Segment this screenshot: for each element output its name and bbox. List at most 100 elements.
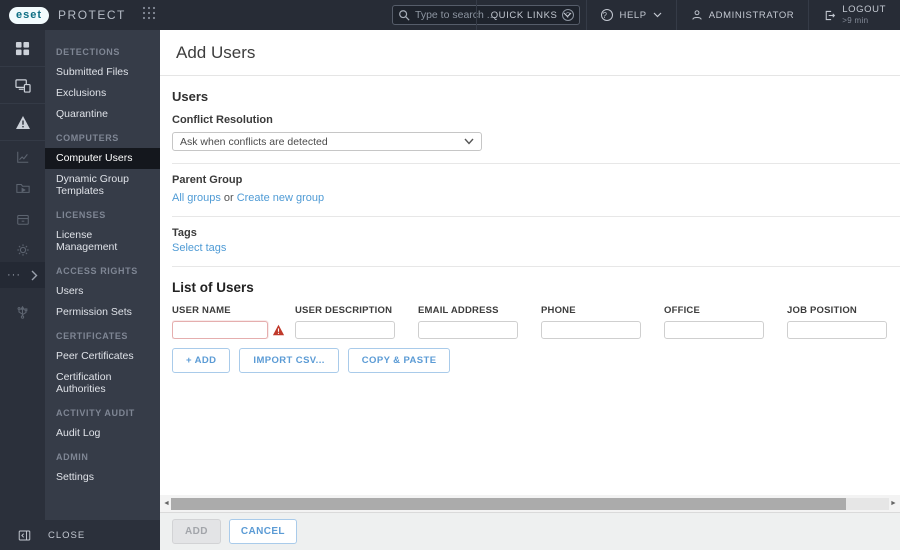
gear-icon xyxy=(16,243,29,256)
all-groups-link[interactable]: All groups xyxy=(172,192,221,204)
nav-computers[interactable] xyxy=(0,67,45,104)
footer-bar: ADD CANCEL xyxy=(160,512,900,550)
brand: eset PROTECT xyxy=(9,6,156,25)
user-name-input[interactable] xyxy=(172,321,268,339)
nav-integrations[interactable] xyxy=(0,296,45,327)
close-label: CLOSE xyxy=(48,529,86,541)
sidebar-item-certification-authorities[interactable]: Certification Authorities xyxy=(45,367,160,400)
sidebar-item-peer-certificates[interactable]: Peer Certificates xyxy=(45,346,160,367)
user-table-column-user-description: USER DESCRIPTION xyxy=(295,305,418,339)
nav-tasks[interactable] xyxy=(0,172,45,203)
sidebar-item-license-management[interactable]: License Management xyxy=(45,225,160,258)
user-table-column-job-position: JOB POSITION xyxy=(787,305,900,339)
sidebar-icon-rail: ··· xyxy=(0,30,45,550)
cell-wrap xyxy=(295,321,418,339)
chevron-down-icon xyxy=(564,12,572,18)
phone-input[interactable] xyxy=(541,321,641,339)
scroll-left-arrow[interactable]: ◄ xyxy=(162,498,171,510)
menu-section-header-access-rights: ACCESS RIGHTS xyxy=(56,266,138,276)
chevron-down-icon xyxy=(653,12,662,18)
nav-detections[interactable] xyxy=(0,104,45,141)
logout-timer: >9 min xyxy=(842,16,869,25)
sidebar-menu: DETECTIONS Submitted Files Exclusions Quara… xyxy=(45,30,160,550)
email-address-input[interactable] xyxy=(418,321,518,339)
divider xyxy=(172,216,900,217)
import-csv-button[interactable]: IMPORT CSV... xyxy=(239,348,339,373)
user-table-column-office: OFFICE xyxy=(664,305,787,339)
dashboard-icon xyxy=(15,41,30,55)
column-header-user-description: USER DESCRIPTION xyxy=(295,305,393,316)
nav-reports[interactable] xyxy=(0,141,45,172)
chevron-right-icon xyxy=(31,270,38,280)
user-table-column-email-address: EMAIL ADDRESS xyxy=(418,305,541,339)
cell-wrap xyxy=(172,321,295,339)
office-input[interactable] xyxy=(664,321,764,339)
sidebar-item-users[interactable]: Users xyxy=(45,281,160,302)
users-table: USER NAME USER DESCRIPTION EMAIL ADDRESS PH… xyxy=(172,305,900,339)
menu-section-header-detections: DETECTIONS xyxy=(56,47,121,57)
divider xyxy=(172,163,900,164)
sidebar-item-permission-sets[interactable]: Permission Sets xyxy=(45,302,160,323)
quick-links-menu[interactable]: QUICK LINKS xyxy=(475,0,587,30)
menu-section-header-admin: ADMIN xyxy=(56,452,89,462)
scrollbar-track[interactable] xyxy=(171,497,889,510)
column-header-email-address: EMAIL ADDRESS xyxy=(418,305,499,316)
nav-policies[interactable] xyxy=(0,234,45,265)
column-header-phone: PHONE xyxy=(541,305,576,316)
main-panel: Add Users Users Conflict Resolution Ask … xyxy=(160,30,900,550)
tags-label: Tags xyxy=(172,227,197,239)
parent-group-label: Parent Group xyxy=(172,174,243,186)
app-grid-icon[interactable] xyxy=(142,6,156,25)
user-table-column-user-name: USER NAME xyxy=(172,305,295,339)
sidebar-item-computer-users[interactable]: Computer Users xyxy=(45,148,160,169)
logout-button[interactable]: LOGOUT >9 min xyxy=(808,0,900,30)
scrollbar-thumb[interactable] xyxy=(171,497,846,510)
cell-wrap xyxy=(664,321,787,339)
sidebar-more-row[interactable]: ··· xyxy=(0,262,45,288)
menu-section-header-computers: COMPUTERS xyxy=(56,133,119,143)
list-of-users-heading: List of Users xyxy=(172,280,254,295)
cell-wrap xyxy=(541,321,664,339)
help-icon: ? xyxy=(601,9,614,21)
cell-wrap xyxy=(787,321,900,339)
cancel-button[interactable]: CANCEL xyxy=(228,519,297,544)
logout-icon xyxy=(823,9,836,22)
conflict-resolution-value: Ask when conflicts are detected xyxy=(180,135,328,148)
warning-triangle-icon xyxy=(15,115,30,129)
copy-paste-button[interactable]: COPY & PASTE xyxy=(347,348,451,373)
sidebar-close-button[interactable]: CLOSE xyxy=(0,520,160,550)
sidebar-item-dynamic-group-templates[interactable]: Dynamic Group Templates xyxy=(45,169,160,202)
create-new-group-link[interactable]: Create new group xyxy=(237,192,324,204)
more-ellipsis-icon: ··· xyxy=(7,269,21,281)
conflict-resolution-select[interactable]: Ask when conflicts are detected xyxy=(172,132,482,151)
help-menu[interactable]: ? HELP xyxy=(586,0,675,30)
add-row-button[interactable]: + ADD xyxy=(172,348,231,373)
horizontal-scrollbar: ◄ ► xyxy=(160,495,900,512)
sidebar-item-exclusions[interactable]: Exclusions xyxy=(45,83,160,104)
sidebar-item-settings[interactable]: Settings xyxy=(45,467,160,488)
nav-dashboard[interactable] xyxy=(0,30,45,67)
installers-box-icon xyxy=(16,214,29,225)
user-table-column-phone: PHONE xyxy=(541,305,664,339)
usb-plug-icon xyxy=(17,305,28,319)
nav-installers[interactable] xyxy=(0,203,45,234)
help-label: HELP xyxy=(619,9,647,21)
user-description-input[interactable] xyxy=(295,321,395,339)
tags-links: Select tags xyxy=(172,242,888,254)
add-submit-button[interactable]: ADD xyxy=(172,519,221,544)
computers-icon xyxy=(14,78,31,93)
logout-label: LOGOUT xyxy=(842,4,886,15)
sidebar-item-quarantine[interactable]: Quarantine xyxy=(45,104,160,125)
menu-section-header-licenses: LICENSES xyxy=(56,210,106,220)
job-position-input[interactable] xyxy=(787,321,887,339)
sidebar-item-submitted-files[interactable]: Submitted Files xyxy=(45,62,160,83)
or-word: or xyxy=(223,192,234,204)
collapse-icon xyxy=(18,529,31,542)
quick-links-label: QUICK LINKS xyxy=(490,9,558,21)
tasks-folder-icon xyxy=(15,183,30,193)
scroll-right-arrow[interactable]: ► xyxy=(889,498,898,510)
menu-section-header-activity-audit: ACTIVITY AUDIT xyxy=(56,408,135,418)
select-tags-link[interactable]: Select tags xyxy=(172,242,226,254)
sidebar-item-audit-log[interactable]: Audit Log xyxy=(45,423,160,444)
user-menu[interactable]: ADMINISTRATOR xyxy=(675,0,809,30)
